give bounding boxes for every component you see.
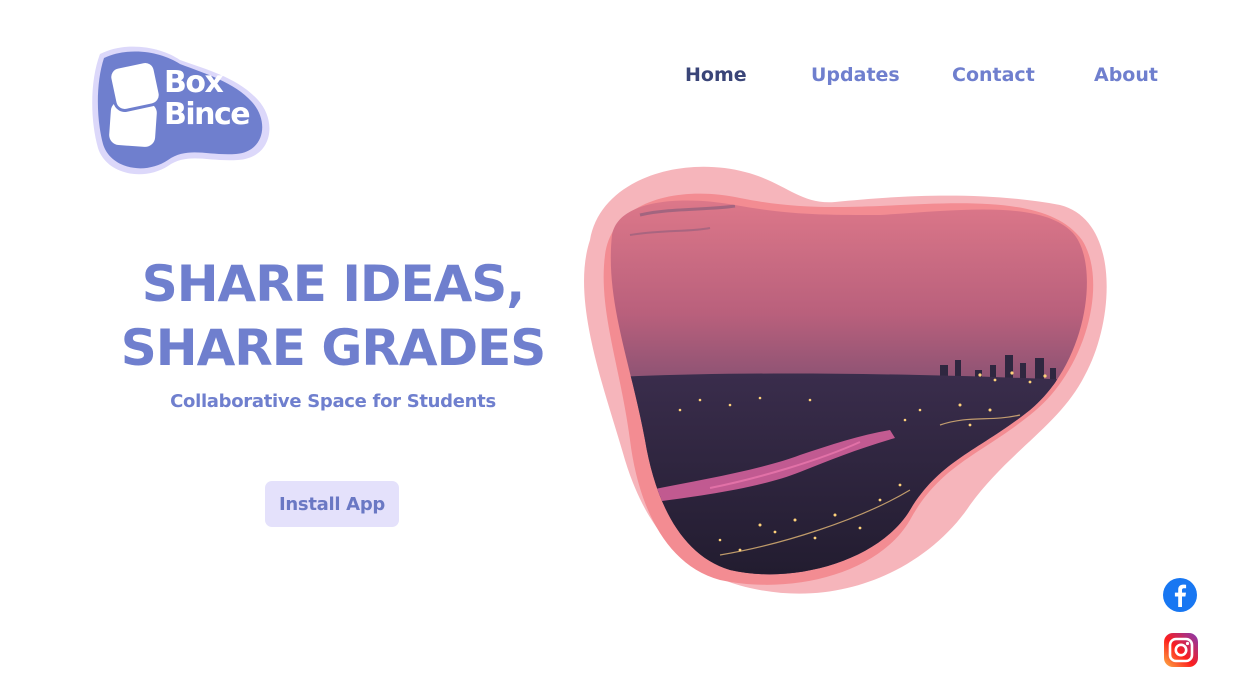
logo-text-bince: Bince bbox=[164, 97, 251, 132]
hero-subtitle: Collaborative Space for Students bbox=[170, 391, 496, 412]
facebook-icon[interactable] bbox=[1162, 577, 1198, 613]
hero-city-image bbox=[584, 166, 1107, 594]
instagram-icon[interactable] bbox=[1163, 632, 1199, 668]
main-nav: Home Updates Contact About bbox=[0, 64, 1238, 94]
hero-title-line-1: SHARE IDEAS, bbox=[141, 255, 526, 313]
nav-updates-link[interactable]: Updates bbox=[811, 64, 900, 86]
nav-about-link[interactable]: About bbox=[1094, 64, 1158, 86]
install-app-button[interactable]: Install App bbox=[265, 481, 399, 527]
hero-title: SHARE IDEAS, SHARE GRADES bbox=[60, 252, 606, 380]
brand-logo[interactable]: Box Bince bbox=[88, 40, 274, 180]
hero-title-line-2: SHARE GRADES bbox=[120, 319, 547, 377]
nav-home-link[interactable]: Home bbox=[685, 64, 747, 86]
nav-contact-link[interactable]: Contact bbox=[952, 64, 1035, 86]
